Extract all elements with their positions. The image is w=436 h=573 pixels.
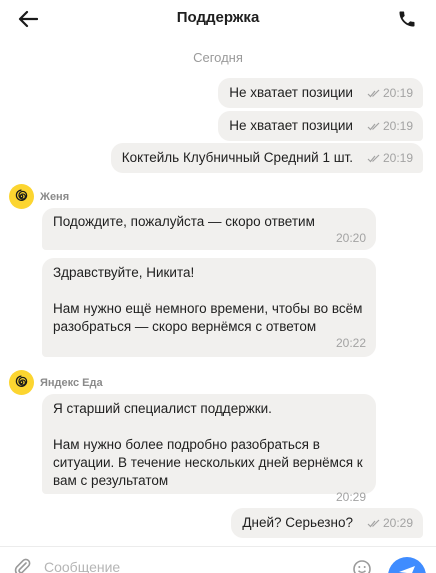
support-swirl-icon [15, 375, 28, 387]
sender-name: Женя [40, 191, 70, 203]
incoming-message[interactable]: Я старший специалист поддержки. Нам нужн… [42, 394, 376, 504]
page-title: Поддержка [176, 9, 260, 26]
sender-name: Яндекс Еда [40, 377, 103, 389]
paperclip-icon [14, 558, 31, 573]
message-text: Дней? Серьезно? [242, 515, 353, 530]
message-time: 20:29 [335, 490, 366, 504]
incoming-message[interactable]: Здравствуйте, Никита! Нам нужно ещё немн… [42, 258, 376, 357]
message-time: 20:20 [335, 231, 366, 245]
message-input[interactable] [44, 555, 344, 573]
support-swirl-icon [15, 189, 28, 201]
message-list[interactable]: Сегодня Не хватает позиции 20:19 Не хват… [0, 38, 436, 546]
smile-icon [353, 560, 371, 573]
message-meta: 20:29 [367, 514, 413, 532]
message-text: Я старший специалист поддержки. Нам нужн… [53, 401, 363, 488]
outgoing-message[interactable]: Дней? Серьезно? 20:29 [231, 508, 423, 538]
message-meta: 20:19 [367, 149, 413, 167]
outgoing-message[interactable]: Не хватает позиции 20:19 [218, 78, 423, 108]
avatar[interactable] [9, 184, 34, 209]
chat-header: Поддержка [0, 0, 436, 38]
message-text: Не хватает позиции [229, 118, 353, 133]
avatar[interactable] [9, 370, 34, 395]
send-arrow-icon [399, 566, 415, 573]
double-check-icon [367, 122, 380, 130]
message-time: 20:22 [335, 336, 366, 350]
outgoing-message[interactable]: Коктейль Клубничный Средний 1 шт. 20:19 [110, 143, 423, 173]
message-time: 20:29 [382, 516, 413, 530]
outgoing-message[interactable]: Не хватает позиции 20:19 [218, 111, 423, 141]
attach-button[interactable] [12, 557, 34, 573]
send-button[interactable] [388, 557, 426, 573]
double-check-icon [367, 89, 380, 97]
call-button[interactable] [394, 6, 420, 32]
message-time: 20:19 [382, 151, 413, 165]
message-meta: 20:19 [367, 117, 413, 135]
message-meta: 20:19 [367, 84, 413, 102]
message-text: Коктейль Клубничный Средний 1 шт. [121, 150, 353, 165]
phone-icon [399, 11, 415, 27]
message-text: Подождите, пожалуйста — скоро ответим [53, 214, 315, 229]
day-separator: Сегодня [193, 50, 243, 65]
incoming-message[interactable]: Подождите, пожалуйста — скоро ответим 20… [42, 208, 376, 250]
message-text: Не хватает позиции [229, 85, 353, 100]
emoji-button[interactable] [352, 559, 374, 573]
message-time: 20:19 [382, 119, 413, 133]
message-text: Здравствуйте, Никита! Нам нужно ещё немн… [53, 265, 363, 334]
message-composer [0, 546, 436, 573]
message-time: 20:19 [382, 86, 413, 100]
double-check-icon [367, 519, 380, 527]
double-check-icon [367, 154, 380, 162]
